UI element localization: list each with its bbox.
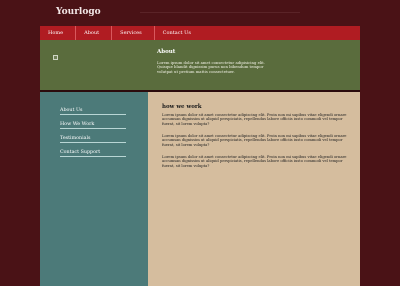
sidebar-item-testimonials[interactable]: Testimonials bbox=[60, 136, 126, 143]
main-area: About Us How We Work Testimonials Contac… bbox=[40, 90, 360, 286]
hero-banner: About Lorem ipsum dolor sit amet consect… bbox=[40, 40, 360, 90]
nav-item-home[interactable]: Home bbox=[40, 26, 77, 40]
site-logo[interactable]: Yourlogo bbox=[56, 7, 101, 17]
sidebar-item-contact-support[interactable]: Contact Support bbox=[60, 150, 126, 157]
content-paragraph: Lorem ipsum dolor sit amet consectetur a… bbox=[162, 134, 347, 147]
sidebar-item-about-us[interactable]: About Us bbox=[60, 108, 126, 115]
content-title: how we work bbox=[162, 104, 202, 110]
main-nav: Home About Services Contact Us bbox=[40, 26, 360, 40]
broken-image-icon bbox=[53, 55, 58, 60]
nav-item-services[interactable]: Services bbox=[112, 26, 155, 40]
nav-item-contact-us[interactable]: Contact Us bbox=[155, 26, 203, 40]
hero-title: About bbox=[157, 49, 176, 55]
content-paragraph: Lorem ipsum dolor sit amet consectetur a… bbox=[162, 113, 347, 126]
sidebar: About Us How We Work Testimonials Contac… bbox=[40, 92, 148, 286]
content-panel: how we work Lorem ipsum dolor sit amet c… bbox=[148, 92, 360, 286]
nav-item-about[interactable]: About bbox=[76, 26, 113, 40]
sidebar-item-how-we-work[interactable]: How We Work bbox=[60, 122, 126, 129]
header-divider bbox=[140, 12, 300, 13]
hero-text: Lorem ipsum dolor sit amet consectetur a… bbox=[157, 60, 265, 74]
content-paragraph: Lorem ipsum dolor sit amet consectetur a… bbox=[162, 155, 347, 168]
